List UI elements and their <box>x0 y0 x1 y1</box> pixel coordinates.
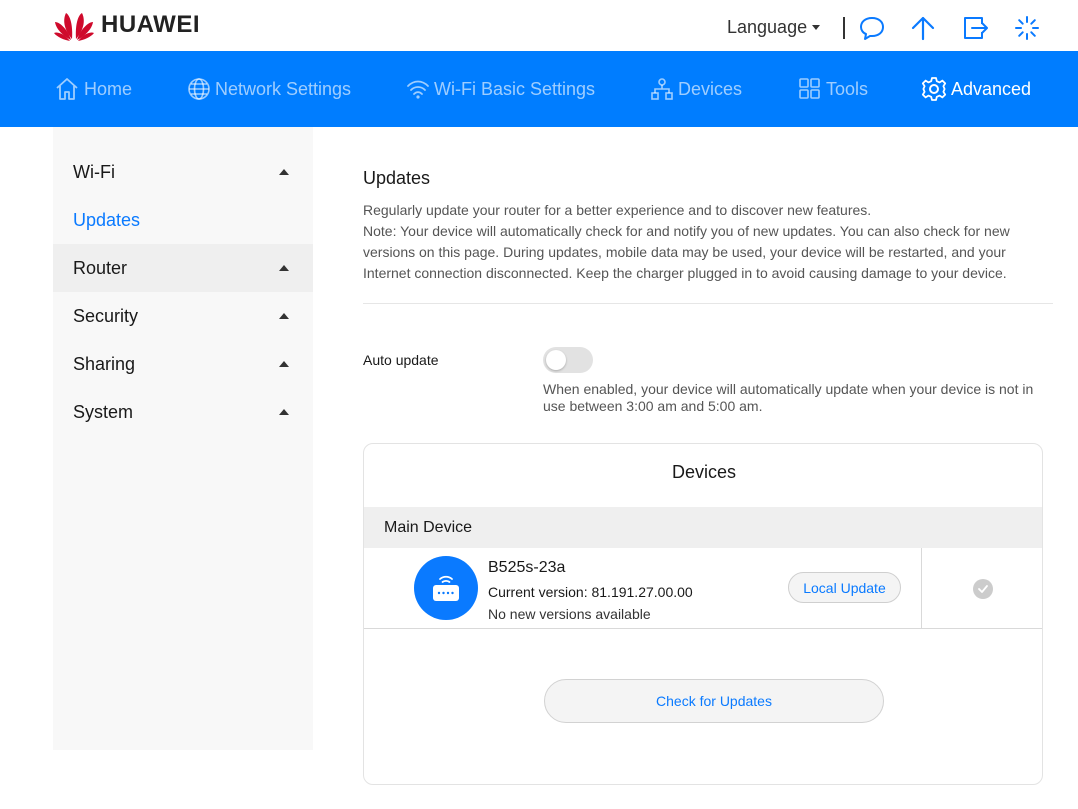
main-nav: Home Network Settings Wi-Fi Basic Settin… <box>0 51 1078 127</box>
device-row: B525s-23a Current version: 81.191.27.00.… <box>364 548 1042 629</box>
upload-arrow-icon[interactable] <box>909 14 937 42</box>
nav-wifi-basic-settings[interactable]: Wi-Fi Basic Settings <box>406 51 595 127</box>
wifi-icon <box>407 80 429 99</box>
collapse-triangle-icon <box>279 361 289 367</box>
auto-update-description: When enabled, your device will automatic… <box>543 381 1034 414</box>
auto-update-toggle[interactable] <box>543 347 593 373</box>
checkmark-icon[interactable] <box>973 579 993 599</box>
sidebar-item-label: Sharing <box>73 353 136 374</box>
sidebar-item-router[interactable]: Router <box>53 244 313 292</box>
page-description: Regularly update your router for a bette… <box>363 200 1043 284</box>
divider <box>363 303 1053 304</box>
sidebar-item-updates[interactable]: Updates <box>53 196 313 244</box>
gear-icon <box>921 77 947 101</box>
nav-wifi-basic-settings-label: Wi-Fi Basic Settings <box>434 78 596 99</box>
devices-tree-icon <box>651 78 673 100</box>
top-bar: HUAWEI Language <box>0 0 1078 51</box>
nav-devices-label: Devices <box>678 78 743 99</box>
device-update-status: No new versions available <box>488 606 651 622</box>
logout-icon[interactable] <box>962 14 990 42</box>
sidebar-item-sharing[interactable]: Sharing <box>53 340 313 388</box>
sidebar-item-label: System <box>73 401 134 422</box>
sidebar-item-wifi[interactable]: Wi-Fi <box>53 148 313 196</box>
sidebar-item-security[interactable]: Security <box>53 292 313 340</box>
language-selector[interactable]: Language <box>727 17 821 38</box>
home-icon <box>56 78 78 100</box>
collapse-triangle-icon <box>279 265 289 271</box>
description-text: Regularly update your router for a bette… <box>363 202 872 218</box>
tools-grid-icon <box>799 78 820 99</box>
auto-update-label: Auto update <box>363 352 439 368</box>
check-for-updates-button[interactable]: Check for Updates <box>544 679 884 723</box>
local-update-button[interactable]: Local Update <box>788 572 901 603</box>
brand-name: HUAWEI <box>101 11 200 38</box>
devices-card-title: Devices <box>671 462 737 482</box>
collapse-triangle-icon <box>279 169 289 175</box>
sidebar-item-label: Updates <box>73 209 141 230</box>
sidebar-item-system[interactable]: System <box>53 388 313 436</box>
sidebar: Wi-Fi Updates Router Security Sharing Sy… <box>53 127 313 750</box>
device-name: B525s-23a <box>488 559 566 576</box>
loading-icon[interactable] <box>1013 14 1041 42</box>
main-device-header: Main Device <box>364 507 1042 548</box>
page-title: Updates <box>363 168 431 188</box>
toggle-knob <box>546 350 566 370</box>
huawei-logo: HUAWEI <box>53 9 200 41</box>
collapse-triangle-icon <box>279 409 289 415</box>
nav-home[interactable]: Home <box>54 51 132 127</box>
nav-network-settings-label: Network Settings <box>215 78 352 99</box>
devices-card: Devices Main Device B525s-23a Current ve… <box>363 443 1043 785</box>
note-text: Note: Your device will automatically che… <box>363 223 1010 281</box>
nav-advanced[interactable]: Advanced <box>921 51 1031 127</box>
nav-home-label: Home <box>84 78 133 99</box>
nav-devices[interactable]: Devices <box>650 51 742 127</box>
sidebar-item-label: Router <box>73 257 128 278</box>
nav-advanced-label: Advanced <box>951 78 1032 99</box>
collapse-triangle-icon <box>279 313 289 319</box>
nav-tools[interactable]: Tools <box>798 51 868 127</box>
chevron-down-icon <box>812 25 821 30</box>
language-label: Language <box>727 17 808 37</box>
nav-tools-label: Tools <box>826 78 869 99</box>
globe-icon <box>188 78 210 100</box>
nav-network-settings[interactable]: Network Settings <box>187 51 351 127</box>
chat-icon[interactable] <box>858 14 886 42</box>
sidebar-item-label: Wi-Fi <box>73 161 115 182</box>
sidebar-item-label: Security <box>73 305 139 326</box>
device-current-version: Current version: 81.191.27.00.00 <box>488 584 693 600</box>
divider <box>843 17 845 39</box>
router-icon <box>414 556 478 620</box>
divider <box>921 548 922 629</box>
huawei-flower-icon <box>54 13 94 41</box>
